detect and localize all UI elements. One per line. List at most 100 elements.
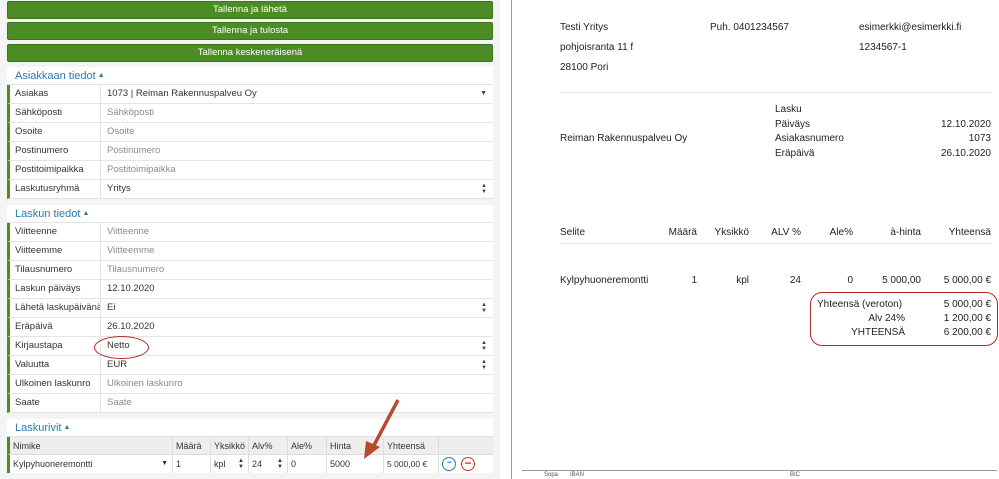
customer-section: Asiakkaan tiedot ▲ Asiakas 1073 | Reiman … [7,67,493,199]
lines-section-header[interactable]: Laskurivit ▲ [7,419,493,437]
booking-method-select[interactable]: Netto ▲ ▼ [101,337,493,355]
field-label: Laskutusryhmä [10,180,101,198]
caret-up-icon: ▲ [82,210,90,217]
sender-business-id: 1234567-1 [859,42,907,53]
field-invoice-date[interactable]: Laskun päiväys 12.10.2020 [7,280,493,299]
dropdown-arrow-icon: ▼ [161,460,168,467]
item-value: Kylpyhuoneremontti [13,459,93,469]
preview-row-qty: 1 [691,275,697,286]
meta-label: Eräpäivä [775,148,815,159]
field-label: Postinumero [10,142,101,160]
field-cover-note[interactable]: Saate Saate [7,394,493,413]
due-date-input[interactable]: 26.10.2020 [101,318,493,336]
field-our-reference[interactable]: Viitteemme Viitteemme [7,242,493,261]
annotation-ellipse-totals [810,292,998,346]
invoice-lines-section: Laskurivit ▲ Nimike Määrä Yksikkö Alv% Al… [7,419,493,473]
invoice-details-section: Laskun tiedot ▲ Viitteenne Viitteenne Vii… [7,205,493,413]
invoice-date-input[interactable]: 12.10.2020 [101,280,493,298]
field-label: Ulkoinen laskunro [10,375,101,393]
field-external-invoice-number[interactable]: Ulkoinen laskunro Ulkoinen laskunro [7,375,493,394]
annotation-arrow-icon [364,399,400,459]
customer-select[interactable]: 1073 | Reiman Rakennuspalveu Oy ▼ [101,85,493,103]
invoice-form-panel: Tallenna ja lähetä Tallenna ja tulosta T… [0,0,500,479]
divider-line [560,92,992,93]
field-label: Viitteemme [10,242,101,260]
external-invoice-number-input[interactable]: Ulkoinen laskunro [101,375,493,393]
field-order-number[interactable]: Tilausnumero Tilausnumero [7,261,493,280]
cover-note-input[interactable]: Saate [101,394,493,412]
unit-value: kpl [214,459,226,469]
unit-select[interactable]: kpl ▲ ▼ [211,455,249,473]
more-options-icon[interactable]: ••• [442,457,456,471]
col-item: Nimike [10,437,173,454]
sender-name: Testi Yritys [560,22,609,33]
field-postcode[interactable]: Postinumero Postinumero [7,142,493,161]
field-your-reference[interactable]: Viitteenne Viitteenne [7,223,493,242]
city-input[interactable]: Postitoimipaikka [101,161,493,179]
discount-input[interactable]: 0 [288,455,327,473]
field-city[interactable]: Postitoimipaikka Postitoimipaikka [7,161,493,180]
caret-up-icon: ▲ [63,424,71,431]
preview-row-total: 5 000,00 € [943,275,991,286]
field-label: Sähköposti [10,104,101,122]
qty-input[interactable]: 1 [173,455,211,473]
footer-label: IBAN [570,472,585,478]
remove-row-icon[interactable]: − [461,457,475,471]
address-input[interactable]: Osoite [101,123,493,141]
item-select[interactable]: Kylpyhuoneremontti ▼ [10,455,173,473]
field-label: Valuutta [10,356,101,374]
field-booking-method[interactable]: Kirjaustapa Netto ▲ ▼ [7,337,493,356]
preview-col-qty: Määrä [668,227,697,238]
col-qty: Määrä [173,437,211,454]
send-on-date-select[interactable]: Ei ▲ ▼ [101,299,493,317]
footer-label: Sopa [544,472,559,478]
field-label: Viitteenne [10,223,101,241]
email-input[interactable]: Sähköposti [101,104,493,122]
row-actions: ••• − [439,455,478,473]
customer-section-header[interactable]: Asiakkaan tiedot ▲ [7,67,493,85]
preview-col-description: Selite [560,227,586,238]
meta-value: 26.10.2020 [940,148,991,159]
col-vat: Alv% [249,437,288,454]
field-label: Osoite [10,123,101,141]
invoice-section-title: Laskun tiedot [15,208,81,220]
field-email[interactable]: Sähköposti Sähköposti [7,104,493,123]
col-actions [439,437,478,454]
order-number-input[interactable]: Tilausnumero [101,261,493,279]
field-billing-group[interactable]: Laskutusryhmä Yritys ▲ ▼ [7,180,493,199]
postcode-input[interactable]: Postinumero [101,142,493,160]
your-reference-input[interactable]: Viitteenne [101,223,493,241]
meta-value: 12.10.2020 [940,119,991,130]
our-reference-input[interactable]: Viitteemme [101,242,493,260]
updown-arrows-icon: ▲ ▼ [481,183,487,195]
lines-table-header: Nimike Määrä Yksikkö Alv% Ale% Hinta Yht… [7,437,493,455]
sender-city: 28100 Pori [560,62,609,73]
billing-group-select[interactable]: Yritys ▲ ▼ [101,180,493,198]
field-label: Eräpäivä [10,318,101,336]
preview-col-unit-price: à-hinta [890,227,921,238]
field-customer[interactable]: Asiakas 1073 | Reiman Rakennuspalveu Oy ▼ [7,85,493,104]
preview-row-description: Kylpyhuoneremontti [560,275,649,286]
save-send-button[interactable]: Tallenna ja lähetä [7,1,493,19]
lines-section-title: Laskurivit [15,422,62,434]
col-discount: Ale% [288,437,327,454]
field-currency[interactable]: Valuutta EUR ▲ ▼ [7,356,493,375]
footer-label: BIC [790,472,801,478]
meta-label: Asiakasnumero [775,133,844,144]
field-label: Lähetä laskupäivänä [10,299,101,317]
customer-section-title: Asiakkaan tiedot [15,70,96,82]
updown-arrows-icon: ▲ ▼ [481,302,487,314]
dropdown-arrow-icon: ▼ [480,90,487,97]
field-due-date[interactable]: Eräpäivä 26.10.2020 [7,318,493,337]
save-draft-button[interactable]: Tallenna keskeneräisenä [7,44,493,62]
annotation-ellipse-booking-method [94,336,149,359]
field-address[interactable]: Osoite Osoite [7,123,493,142]
invoice-section-header[interactable]: Laskun tiedot ▲ [7,205,493,223]
sender-email: esimerkki@esimerkki.fi [859,22,962,33]
field-send-on-date[interactable]: Lähetä laskupäivänä Ei ▲ ▼ [7,299,493,318]
field-label: Postitoimipaikka [10,161,101,179]
save-print-button[interactable]: Tallenna ja tulosta [7,22,493,40]
vat-select[interactable]: 24 ▲ ▼ [249,455,288,473]
sender-phone: Puh. 0401234567 [710,22,789,33]
currency-select[interactable]: EUR ▲ ▼ [101,356,493,374]
